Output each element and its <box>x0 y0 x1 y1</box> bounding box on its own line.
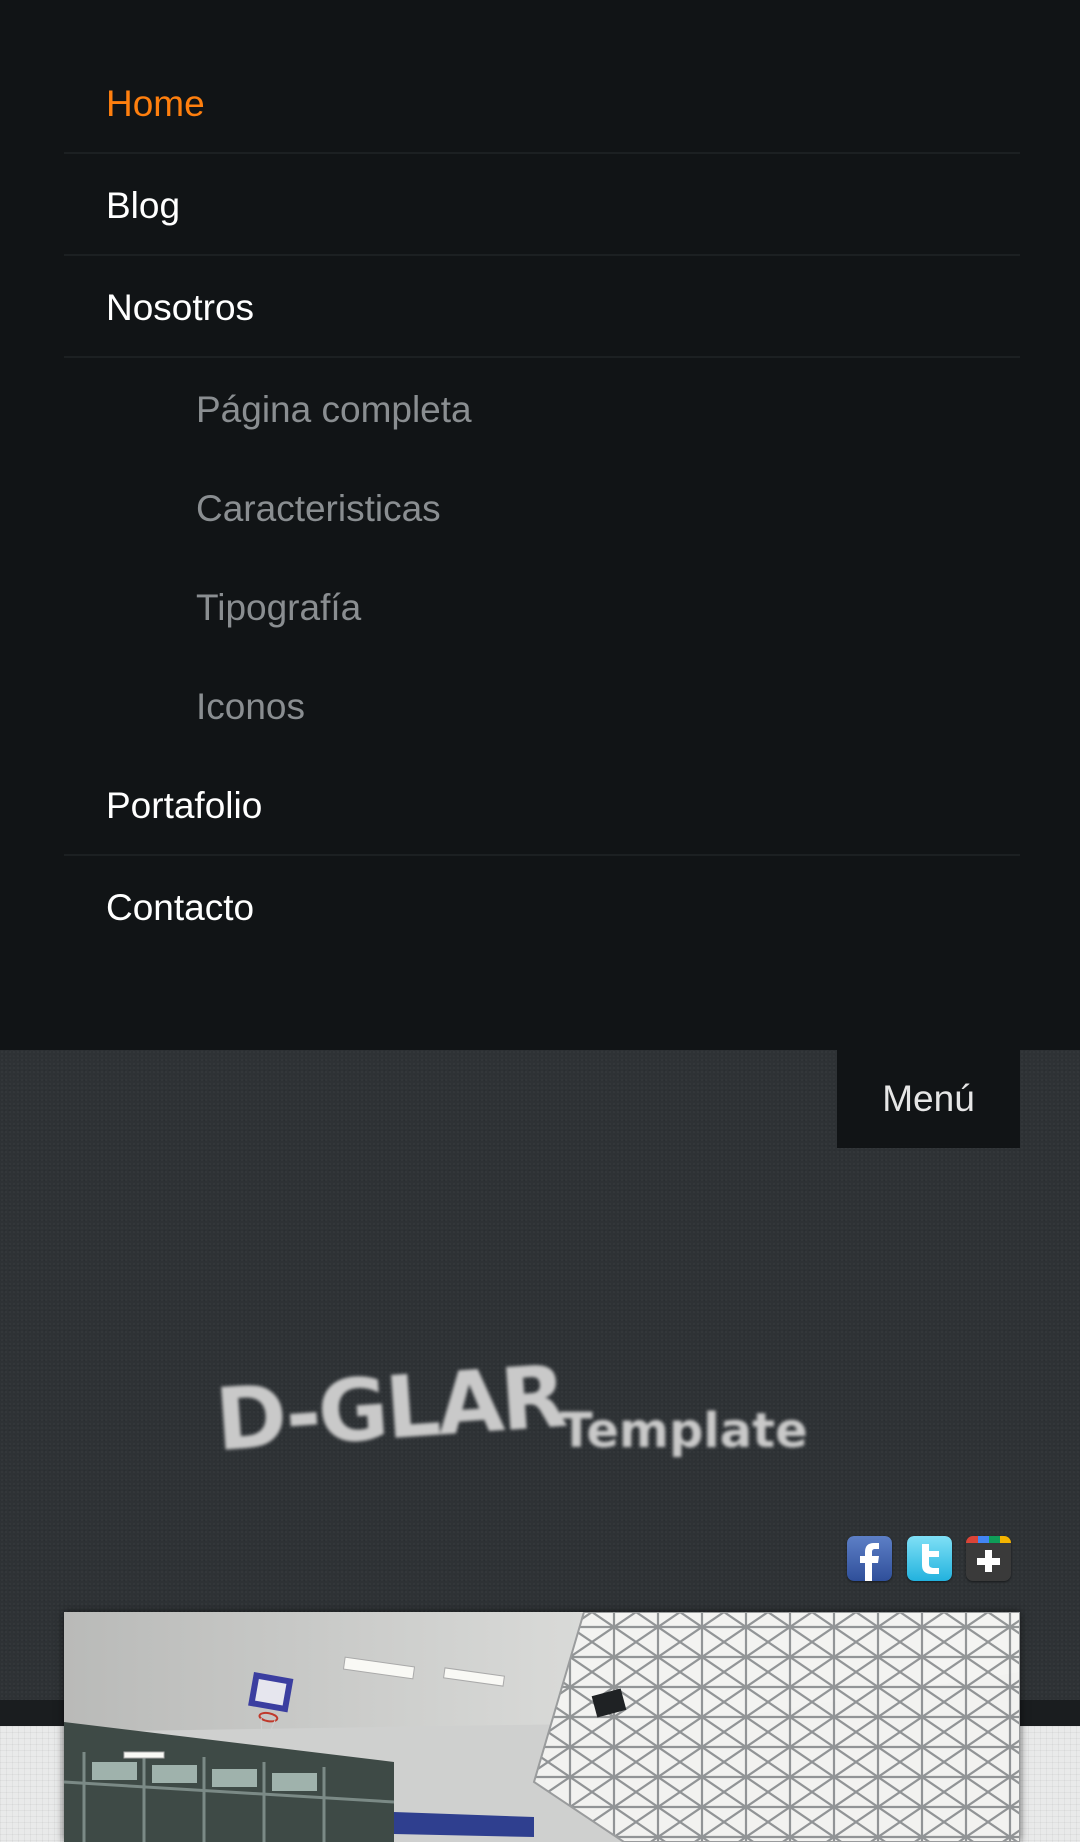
page-background-left <box>0 1726 64 1842</box>
nav-item-blog[interactable]: Blog <box>64 156 1020 256</box>
nav-item-nosotros[interactable]: Nosotros <box>64 258 1020 358</box>
main-navigation: Home Blog Nosotros Página completa Carac… <box>0 0 1080 1050</box>
hero-image-sports-hall[interactable] <box>64 1612 1020 1842</box>
twitter-icon[interactable] <box>907 1536 952 1581</box>
site-logo[interactable]: D-GLAR Template <box>200 1340 840 1471</box>
logo-main-text: D-GLAR <box>212 1347 569 1470</box>
subnav-item-pagina-completa[interactable]: Página completa <box>196 370 472 450</box>
subnav-item-tipografia[interactable]: Tipografía <box>196 568 361 648</box>
facebook-icon[interactable] <box>847 1536 892 1581</box>
nav-item-contacto[interactable]: Contacto <box>64 858 1020 958</box>
hero-illustration <box>64 1612 1020 1842</box>
menu-toggle-button[interactable]: Menú <box>837 1050 1020 1148</box>
nav-item-home[interactable]: Home <box>64 54 1020 154</box>
subnav-item-iconos[interactable]: Iconos <box>196 667 305 747</box>
logo-graphic: D-GLAR Template <box>212 1347 808 1471</box>
nav-item-portafolio[interactable]: Portafolio <box>64 756 1020 856</box>
google-plus-icon[interactable] <box>966 1536 1011 1581</box>
page-background-right <box>1016 1726 1080 1842</box>
logo-sub-text: Template <box>560 1403 808 1459</box>
subnav-item-caracteristicas[interactable]: Caracteristicas <box>196 469 441 549</box>
